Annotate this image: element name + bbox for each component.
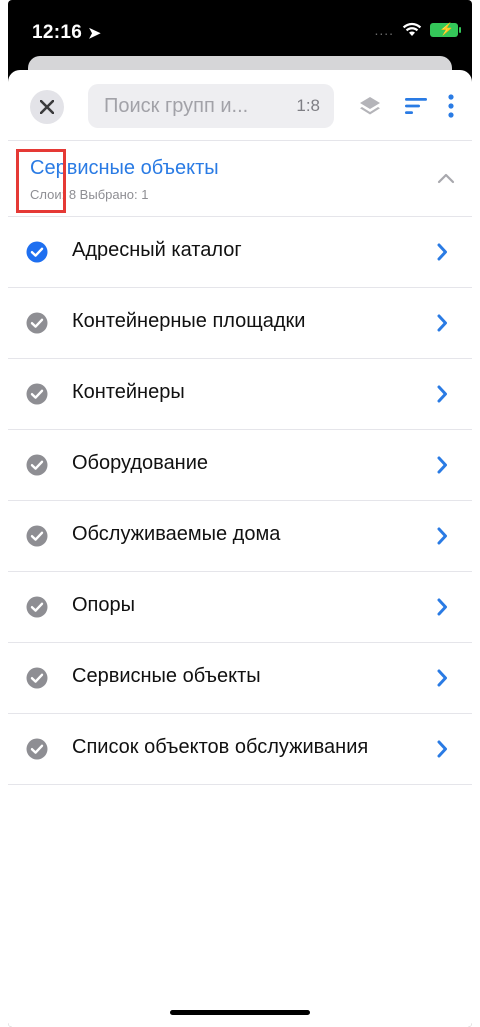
- layer-label: Опоры: [72, 594, 136, 616]
- chevron-right-icon[interactable]: [436, 455, 448, 475]
- status-icons: .... ⚡: [374, 22, 461, 38]
- signal-dots-icon: ....: [374, 22, 394, 38]
- search-input[interactable]: Поиск групп и...: [104, 95, 296, 118]
- chevron-right-icon[interactable]: [436, 384, 448, 404]
- chevron-right-icon[interactable]: [436, 313, 448, 333]
- unchecked-circle-icon[interactable]: [26, 738, 48, 760]
- layer-row[interactable]: Контейнеры: [8, 358, 472, 429]
- more-vertical-icon: [448, 94, 454, 118]
- layer-label: Оборудование: [72, 452, 209, 474]
- close-button[interactable]: [30, 90, 64, 124]
- layer-row[interactable]: Контейнерные площадки: [8, 287, 472, 358]
- location-arrow-icon: ➤: [88, 25, 101, 42]
- layer-row[interactable]: Адресный каталог: [8, 216, 472, 287]
- layer-label: Адресный каталог: [72, 239, 242, 261]
- layer-label: Сервисные объекты: [72, 665, 261, 687]
- layer-list: Адресный каталог Контейнерные площадки Кон…: [8, 216, 472, 785]
- chevron-up-icon[interactable]: [434, 167, 458, 191]
- sort-button[interactable]: [402, 92, 430, 120]
- search-field[interactable]: Поиск групп и... 1:8: [88, 84, 334, 128]
- chevron-right-icon[interactable]: [436, 668, 448, 688]
- chevron-right-icon[interactable]: [436, 597, 448, 617]
- battery-charging-icon: ⚡: [430, 22, 461, 37]
- unchecked-circle-icon[interactable]: [26, 454, 48, 476]
- unchecked-circle-icon[interactable]: [26, 667, 48, 689]
- status-time-text: 12:16: [32, 22, 83, 43]
- unchecked-circle-icon[interactable]: [26, 525, 48, 547]
- highlight-box: [16, 149, 66, 213]
- wifi-icon: [402, 22, 422, 36]
- layer-label: Контейнеры: [72, 381, 185, 403]
- home-indicator: [170, 1010, 310, 1015]
- phone-screen: 12:16 ➤ .... ⚡ Поиск групп и... 1:8 Серв…: [8, 0, 472, 1027]
- scale-label: 1:8: [296, 96, 320, 115]
- sort-icon: [405, 98, 427, 114]
- toolbar: Поиск групп и... 1:8: [8, 70, 472, 140]
- close-icon: [40, 100, 54, 114]
- unchecked-circle-icon[interactable]: [26, 383, 48, 405]
- status-time: 12:16 ➤: [32, 22, 101, 44]
- layers-icon: [360, 97, 380, 115]
- layer-row[interactable]: Список объектов обслуживания: [8, 713, 472, 785]
- chevron-right-icon[interactable]: [436, 739, 448, 759]
- layer-row[interactable]: Сервисные объекты: [8, 642, 472, 713]
- unchecked-circle-icon[interactable]: [26, 312, 48, 334]
- layer-label: Обслуживаемые дома: [72, 523, 281, 545]
- layer-label: Список объектов обслуживания: [72, 736, 369, 758]
- layers-sheet: Поиск групп и... 1:8 Сервисные объекты С…: [8, 70, 472, 1027]
- chevron-right-icon[interactable]: [436, 242, 448, 262]
- group-header[interactable]: Сервисные объекты Слои: 8 Выбрано: 1: [8, 140, 472, 217]
- chevron-right-icon[interactable]: [436, 526, 448, 546]
- unchecked-circle-icon[interactable]: [26, 596, 48, 618]
- layers-button[interactable]: [356, 92, 384, 120]
- layer-row[interactable]: Оборудование: [8, 429, 472, 500]
- layer-row[interactable]: Опоры: [8, 571, 472, 642]
- layer-label: Контейнерные площадки: [72, 310, 306, 332]
- layer-row[interactable]: Обслуживаемые дома: [8, 500, 472, 571]
- checked-circle-icon[interactable]: [26, 241, 48, 263]
- more-button[interactable]: [444, 92, 458, 120]
